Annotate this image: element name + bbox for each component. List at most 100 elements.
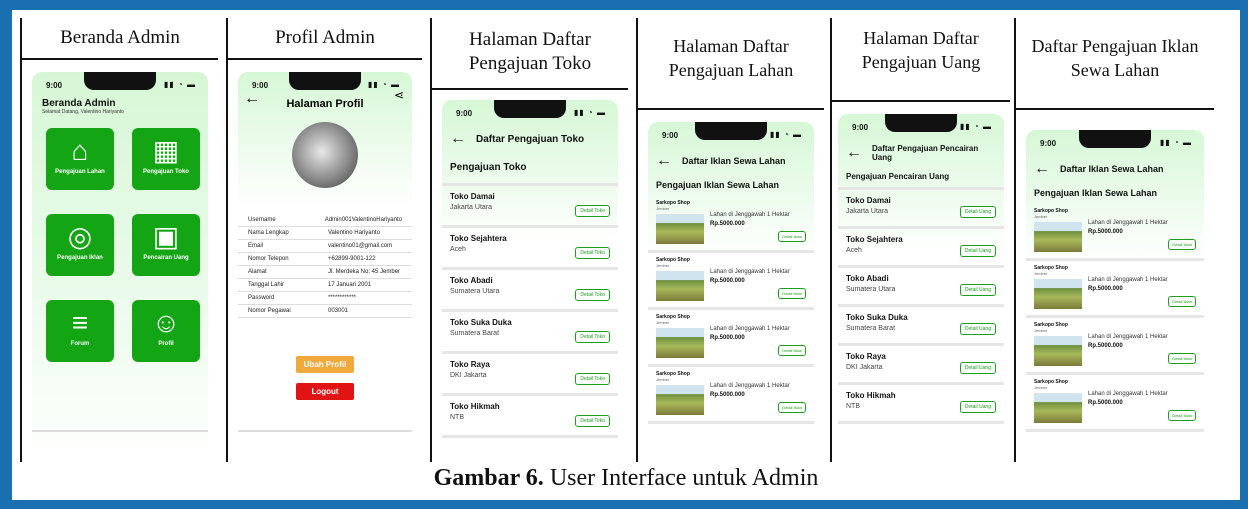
detail-button[interactable]: Detail Toko: [575, 415, 610, 427]
item-name: Toko Suka Duka: [450, 318, 512, 327]
profile-field-row: Alamat Jl. Merdeka No. 45 Jember: [238, 266, 412, 279]
field-label: Password: [248, 295, 275, 301]
section-title: Pengajuan Iklan Sewa Lahan: [1034, 188, 1158, 198]
header-title: Daftar Iklan Sewa Lahan: [682, 156, 786, 166]
ad-item: Sarkopo Shop Jember Lahan di Jenggawah 1 H…: [1026, 318, 1204, 375]
ad-price: Rp.5000.000: [710, 392, 745, 398]
field-value: 17 Januari 2001: [328, 282, 372, 288]
greeting: Selamat Datang, Valentino Hariyanto: [42, 109, 124, 115]
ad-price: Rp.5000.000: [1088, 286, 1123, 292]
section-title: Pengajuan Pencairan Uang: [838, 166, 1004, 190]
money-icon: ▣: [152, 221, 180, 252]
detail-button[interactable]: Detail Iklan: [778, 231, 806, 242]
item-name: Toko Abadi: [450, 276, 493, 285]
profile-field-row: Nomor Pegawai 003001: [238, 305, 412, 318]
land-photo: [656, 328, 704, 358]
detail-button[interactable]: Detail Iklan: [1168, 410, 1196, 421]
field-label: Alamat: [248, 269, 267, 275]
profile-field-row: Nama Lengkap Valentino Hariyanto: [238, 227, 412, 240]
header-title: Daftar Pengajuan Pencairan Uang: [872, 144, 979, 162]
lahan-list: Sarkopo Shop Jember Lahan di Jenggawah 1 H…: [648, 196, 814, 424]
list-item: Toko Hikmah NTB Detail Toko: [442, 396, 618, 438]
iklan-list: Sarkopo Shop Jember Lahan di Jenggawah 1 H…: [1026, 204, 1204, 432]
tile-pencairan-uang[interactable]: ▣ Pencairan Uang: [132, 214, 200, 276]
tile-pengajuan-lahan[interactable]: ⌂ Pengajuan Lahan: [46, 128, 114, 190]
profile-fields: Username Admin001ValentinoHariyanto Nama L…: [238, 214, 412, 318]
detail-button[interactable]: Detail Iklan: [1168, 239, 1196, 250]
item-name: Toko Abadi: [846, 274, 889, 283]
detail-button[interactable]: Detail Uang: [959, 245, 996, 257]
ad-item: Sarkopo Shop Jember Lahan di Jenggawah 1 H…: [1026, 204, 1204, 261]
detail-button[interactable]: Detail Iklan: [1168, 296, 1196, 307]
shop-location: Jember: [656, 206, 670, 211]
list-item: Toko Damai Jakarta Utara Detail Toko: [442, 186, 618, 228]
tile-pengajuan-iklan[interactable]: ◎ Pengajuan Iklan: [46, 214, 114, 276]
back-arrow-icon[interactable]: ←: [450, 130, 466, 148]
list-item: Toko Suka Duka Sumatera Barat Detail Uang: [838, 307, 1004, 346]
back-arrow-icon[interactable]: ←: [656, 152, 672, 170]
list-item: Toko Sejahtera Aceh Detail Uang: [838, 229, 1004, 268]
profile-field-row: Tanggal Lahir 17 Januari 2001: [238, 279, 412, 292]
caption-text: User Interface untuk Admin: [543, 465, 819, 491]
list-item: Toko Raya DKI Jakarta Detail Toko: [442, 354, 618, 396]
logout-button[interactable]: Logout: [296, 383, 354, 400]
detail-button[interactable]: Detail Uang: [959, 323, 996, 335]
field-label: Tanggal Lahir: [248, 282, 285, 288]
detail-button[interactable]: Detail Iklan: [778, 402, 806, 413]
edit-profile-button[interactable]: Ubah Profil: [296, 356, 354, 373]
list-item: Toko Damai Jakarta Utara Detail Uang: [838, 190, 1004, 229]
field-value: Jl. Merdeka No. 45 Jember: [328, 269, 401, 275]
profile-field-row: Email valentino01@gmail.com: [238, 240, 412, 253]
tile-profil[interactable]: ☺ Profil: [132, 300, 200, 362]
field-label: Nama Lengkap: [248, 230, 289, 236]
profile-field-row: Nomor Telepon +62899-9001-122: [238, 253, 412, 266]
tile-forum[interactable]: ≡ Forum: [46, 300, 114, 362]
ad-title: Lahan di Jenggawah 1 Hektar: [1088, 220, 1168, 226]
detail-button[interactable]: Detail Toko: [575, 247, 610, 259]
column-pengajuan-uang: Halaman Daftar Pengajuan Uang 9:00 ▮▮ ◔ ▬…: [830, 18, 1010, 462]
ad-price: Rp.5000.000: [710, 278, 745, 284]
shop-location: Jember: [656, 320, 670, 325]
detail-button[interactable]: Detail Iklan: [778, 345, 806, 356]
tile-pengajuan-toko[interactable]: ▦ Pengajuan Toko: [132, 128, 200, 190]
back-arrow-icon[interactable]: ←: [1034, 160, 1050, 178]
item-name: Toko Raya: [846, 352, 886, 361]
list-item: Toko Suka Duka Sumatera Barat Detail Toko: [442, 312, 618, 354]
ad-price: Rp.5000.000: [1088, 400, 1123, 406]
detail-button[interactable]: Detail Toko: [575, 289, 610, 301]
column-pengajuan-lahan: Halaman Daftar Pengajuan Lahan 9:00 ▮▮ ◔ …: [636, 18, 824, 462]
ad-title: Lahan di Jenggawah 1 Hektar: [710, 269, 790, 275]
shop-location: Jember: [656, 263, 670, 268]
store-icon: ▦: [152, 135, 180, 166]
field-label: Username: [248, 217, 276, 223]
ad-item: Sarkopo Shop Jember Lahan di Jenggawah 1 H…: [648, 253, 814, 310]
column-iklan-sewa-lahan: Daftar Pengajuan Iklan Sewa Lahan 9:00 ▮▮…: [1014, 18, 1214, 462]
detail-button[interactable]: Detail Uang: [959, 206, 996, 218]
share-icon[interactable]: ⋖: [394, 88, 404, 102]
ad-item: Sarkopo Shop Jember Lahan di Jenggawah 1 H…: [648, 310, 814, 367]
detail-button[interactable]: Detail Toko: [575, 205, 610, 217]
item-name: Toko Hikmah: [846, 391, 896, 400]
detail-button[interactable]: Detail Iklan: [778, 288, 806, 299]
land-photo: [1034, 336, 1082, 366]
back-arrow-icon[interactable]: ←: [244, 90, 260, 108]
shop-location: Jember: [1034, 271, 1048, 276]
back-arrow-icon[interactable]: ←: [846, 144, 862, 162]
field-value: Admin001ValentinoHariyanto: [324, 217, 402, 223]
ad-price: Rp.5000.000: [710, 335, 745, 341]
phone-profil: 9:00 ▮▮ ◔ ▬ ← ⋖ Halaman Profil Username Ad…: [238, 72, 412, 462]
detail-button[interactable]: Detail Uang: [959, 284, 996, 296]
detail-button[interactable]: Detail Toko: [575, 373, 610, 385]
column-title: Profil Admin: [275, 27, 375, 48]
detail-button[interactable]: Detail Toko: [575, 331, 610, 343]
detail-button[interactable]: Detail Uang: [959, 362, 996, 374]
header-title: Daftar Pengajuan Toko: [476, 133, 585, 145]
field-value: 003001: [328, 308, 349, 314]
forum-icon: ≡: [71, 307, 89, 338]
detail-button[interactable]: Detail Uang: [959, 401, 996, 413]
item-name: Toko Hikmah: [450, 402, 500, 411]
ad-title: Lahan di Jenggawah 1 Hektar: [1088, 391, 1168, 397]
uang-list: Toko Damai Jakarta Utara Detail Uang Toko S…: [838, 190, 1004, 424]
shop-location: Jember: [656, 377, 670, 382]
detail-button[interactable]: Detail Iklan: [1168, 353, 1196, 364]
